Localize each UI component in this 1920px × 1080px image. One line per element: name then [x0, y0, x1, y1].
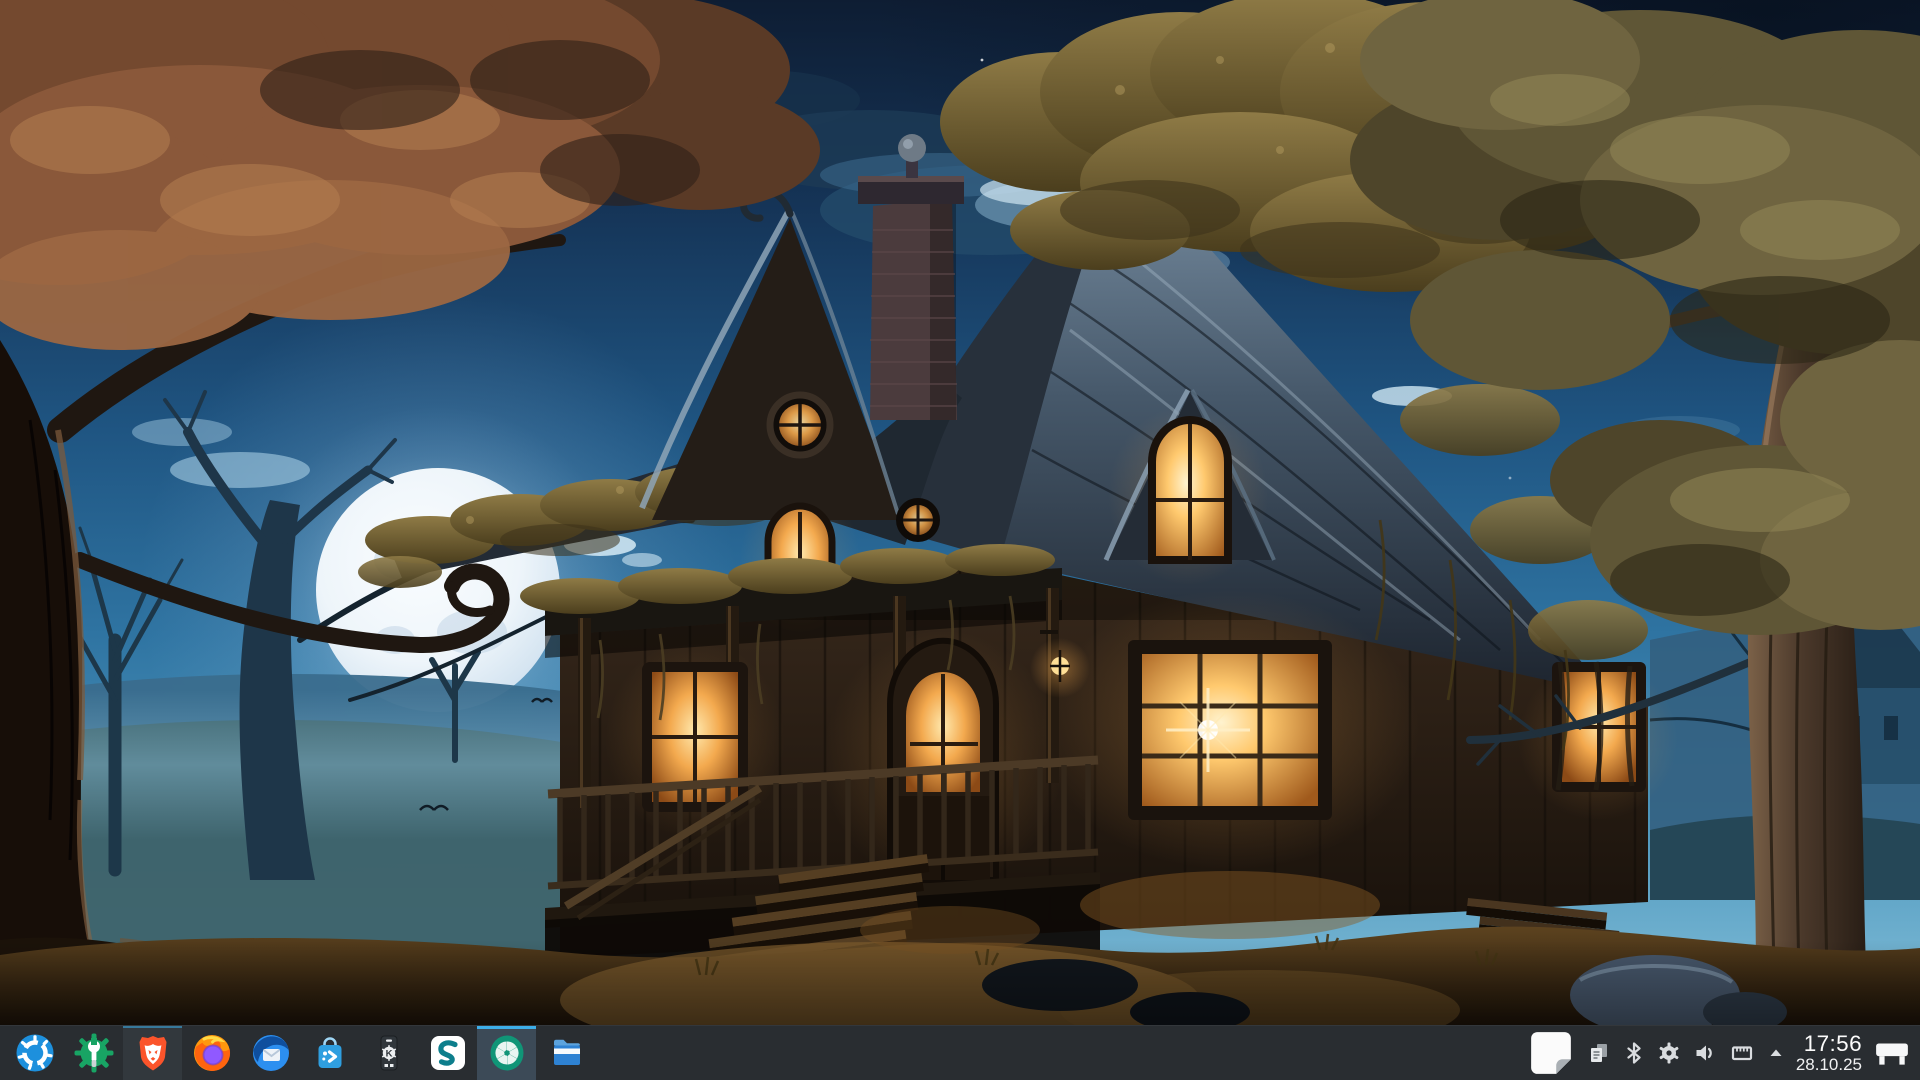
- taskbar-app-brave[interactable]: [123, 1026, 182, 1080]
- camera-shutter-icon: [487, 1033, 527, 1073]
- taskbar-app-kdeconnect[interactable]: K: [359, 1026, 418, 1080]
- surfshark-icon: [428, 1033, 468, 1073]
- discover-bag-icon: [310, 1033, 350, 1073]
- kdeconnect-phone-icon: K: [369, 1033, 409, 1073]
- taskbar: K: [0, 1025, 1920, 1080]
- gear-wrench-icon: [74, 1033, 114, 1073]
- taskbar-app-surfshark[interactable]: [418, 1026, 477, 1080]
- note-tray-button[interactable]: [1528, 1030, 1574, 1076]
- clipboard-tray-button[interactable]: [1588, 1042, 1610, 1064]
- kde-plasma-logo-icon: [15, 1033, 55, 1073]
- volume-tray-button[interactable]: [1694, 1042, 1716, 1064]
- volume-icon: [1694, 1042, 1716, 1064]
- firefox-icon: [192, 1033, 232, 1073]
- caret-up-icon: [1768, 1045, 1784, 1061]
- settings-tray-button[interactable]: [1658, 1042, 1680, 1064]
- taskbar-app-discover[interactable]: [300, 1026, 359, 1080]
- taskbar-app-file-manager[interactable]: [536, 1026, 595, 1080]
- wallpaper-art: [0, 0, 1920, 1025]
- gear-icon: [1658, 1042, 1680, 1064]
- clock-time: 17:56: [1804, 1032, 1862, 1056]
- ethernet-icon: [1730, 1042, 1754, 1064]
- desktop-wallpaper[interactable]: [0, 0, 1920, 1025]
- taskbar-app-firefox[interactable]: [182, 1026, 241, 1080]
- taskbar-app-spectacle[interactable]: [477, 1026, 536, 1080]
- bluetooth-icon: [1624, 1042, 1644, 1064]
- note-icon: [1528, 1030, 1574, 1076]
- clock-date: 28.10.25: [1796, 1056, 1862, 1074]
- thunderbird-icon: [251, 1033, 291, 1073]
- taskbar-app-thunderbird[interactable]: [241, 1026, 300, 1080]
- svg-text:K: K: [385, 1048, 392, 1059]
- network-tray-button[interactable]: [1730, 1042, 1754, 1064]
- brave-lion-icon: [133, 1033, 173, 1073]
- bluetooth-tray-button[interactable]: [1624, 1042, 1644, 1064]
- clipboard-icon: [1588, 1042, 1610, 1064]
- show-desktop-icon: [1874, 1035, 1910, 1071]
- show-desktop-button[interactable]: [1872, 1026, 1920, 1080]
- tray-expander-button[interactable]: [1768, 1045, 1784, 1061]
- blue-folder-icon: [546, 1033, 586, 1073]
- app-launcher-button[interactable]: [5, 1026, 64, 1080]
- taskbar-spacer: [595, 1026, 1528, 1080]
- digital-clock[interactable]: 17:56 28.10.25: [1796, 1026, 1862, 1080]
- settings-tool-button[interactable]: [64, 1026, 123, 1080]
- desktop-screen: K: [0, 0, 1920, 1080]
- system-tray: [1528, 1026, 1788, 1080]
- taskbar-pinned-apps: K: [0, 1026, 595, 1080]
